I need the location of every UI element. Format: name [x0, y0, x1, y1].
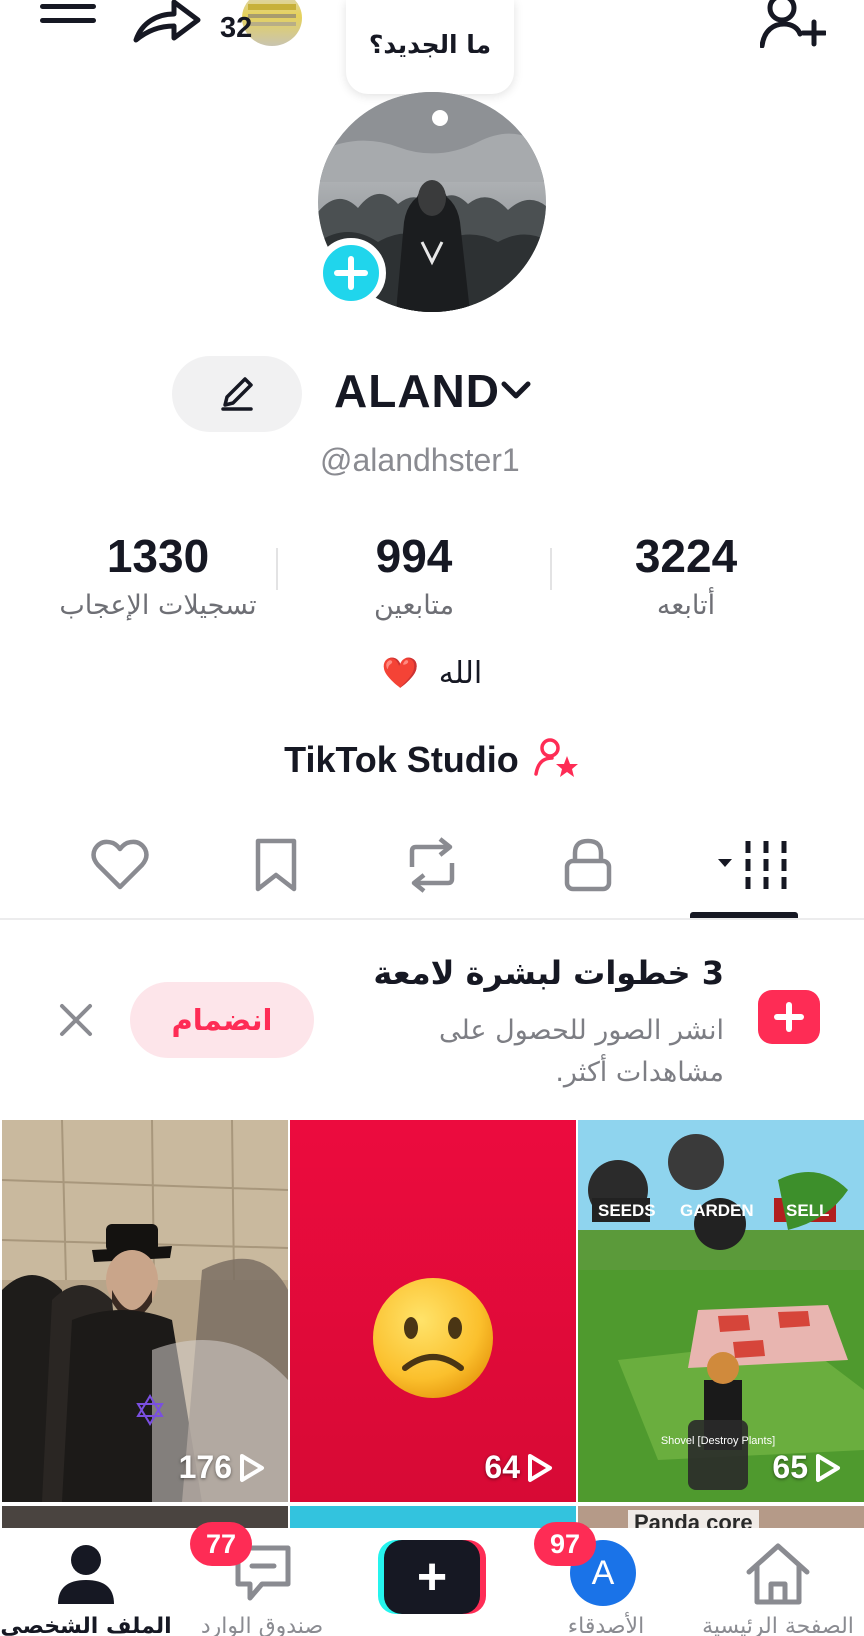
view-count-value: 176 [178, 1449, 232, 1485]
bio-text: الله [438, 656, 483, 691]
plus-icon: + [416, 1548, 448, 1606]
nav-profile[interactable]: الملف الشخصي [0, 1528, 172, 1636]
add-friend-icon[interactable] [760, 0, 826, 48]
tab-videos[interactable] [704, 830, 804, 900]
tiktok-studio-link[interactable]: TikTok Studio [0, 738, 864, 781]
view-count: 65 [772, 1449, 842, 1486]
promo-text: انشر الصور للحصول على مشاهدات أكثر. [438, 1015, 724, 1088]
tab-liked[interactable] [80, 830, 160, 900]
profile-icon [58, 1545, 114, 1604]
story-count: 32 [220, 12, 253, 44]
video-thumbnail [2, 1120, 288, 1502]
grid-icon [718, 841, 787, 889]
followers-label: متابعين [373, 590, 455, 621]
stat-following[interactable]: 3224 أتابعه [566, 530, 806, 628]
username[interactable]: ALAND [334, 364, 500, 418]
nav-inbox[interactable]: 77 صندوق الوارد [176, 1522, 348, 1636]
whats-new-bubble[interactable]: ما الجديد؟ [346, 0, 514, 94]
play-icon [816, 1453, 840, 1482]
bio: ❤️ الله [0, 656, 864, 691]
stat-likes[interactable]: 1330 تسجيلات الإعجاب [38, 530, 278, 628]
bio-emoji: ❤️ [381, 656, 420, 691]
game-garden-label: GARDEN [680, 1201, 754, 1220]
tabs-divider [0, 918, 864, 920]
tab-reposts[interactable] [392, 830, 472, 900]
video-tile[interactable]: SEEDS GARDEN SELL Shovel [Destroy Plants… [578, 1120, 864, 1502]
video-tile[interactable]: 176 [2, 1120, 288, 1502]
menu-icon[interactable] [40, 0, 96, 36]
stat-divider [550, 548, 552, 590]
nav-friends[interactable]: A 97 الأصدقاء [520, 1522, 692, 1636]
following-count: 3224 [634, 530, 738, 582]
close-icon[interactable] [54, 998, 98, 1042]
video-thumbnail [290, 1120, 576, 1502]
nav-home[interactable]: الصفحة الرئيسية [692, 1528, 864, 1636]
game-sell-label: SELL [786, 1201, 829, 1220]
share-icon[interactable] [132, 0, 202, 44]
photo-post-icon [758, 990, 820, 1044]
tab-private[interactable] [548, 830, 628, 900]
home-icon [746, 1543, 810, 1605]
game-tool-label: Shovel [Destroy Plants] [661, 1435, 775, 1447]
bookmark-icon [255, 838, 297, 892]
play-icon [528, 1453, 552, 1482]
video-tile[interactable]: 64 [290, 1120, 576, 1502]
join-button[interactable]: انضمام [130, 982, 314, 1058]
following-label: أتابعه [656, 590, 716, 621]
whats-new-pointer [432, 110, 448, 126]
repost-icon [409, 837, 455, 893]
nav-home-label: الصفحة الرئيسية [702, 1614, 854, 1636]
add-story-icon[interactable] [316, 238, 386, 308]
friends-badge: 97 [534, 1522, 596, 1566]
nav-inbox-label: صندوق الوارد [200, 1614, 324, 1636]
tab-favorites[interactable] [236, 830, 316, 900]
heart-icon [91, 839, 149, 890]
creator-star-icon [534, 738, 578, 777]
edit-profile-button[interactable] [172, 356, 302, 432]
likes-count: 1330 [106, 530, 210, 582]
view-count: 64 [484, 1449, 554, 1486]
chevron-down-icon[interactable] [498, 372, 534, 408]
active-tab-indicator [690, 912, 798, 918]
create-button[interactable]: + [378, 1540, 486, 1614]
inbox-badge: 77 [190, 1522, 252, 1566]
promo-title: 3 خطوات لبشرة لامعة [373, 954, 724, 992]
pencil-icon [221, 376, 253, 411]
lock-icon [564, 838, 612, 892]
user-handle: @alandhster1 [320, 442, 520, 478]
followers-count: 994 [375, 530, 453, 582]
view-count-value: 65 [772, 1449, 808, 1485]
stat-followers[interactable]: 994 متابعين [294, 530, 534, 628]
view-count: 176 [179, 1449, 266, 1486]
tiktok-studio-label: TikTok Studio [284, 739, 519, 780]
nav-profile-label: الملف الشخصي [0, 1614, 172, 1636]
game-seeds-label: SEEDS [598, 1201, 656, 1220]
likes-label: تسجيلات الإعجاب [59, 590, 257, 621]
view-count-value: 64 [484, 1449, 520, 1485]
play-icon [240, 1453, 264, 1482]
nav-friends-label: الأصدقاء [567, 1614, 645, 1636]
video-thumbnail: SEEDS GARDEN SELL Shovel [Destroy Plants… [578, 1120, 864, 1502]
